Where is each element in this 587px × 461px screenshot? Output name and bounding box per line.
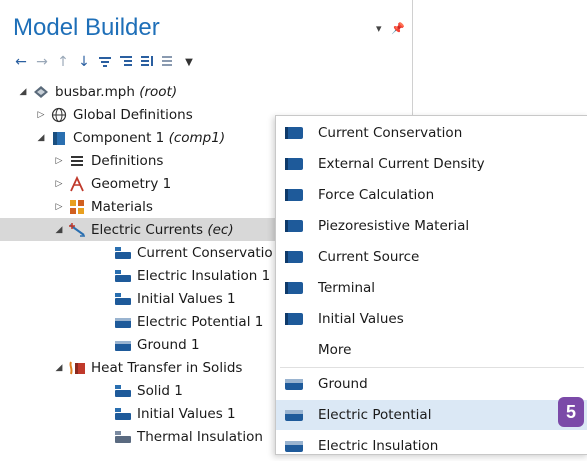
panel-title: Model Builder [13, 14, 160, 41]
tree-item-root[interactable]: ◢ busbar.mph (root) [0, 80, 412, 103]
feature-default-icon [114, 291, 132, 307]
menu-item-force-calculation[interactable]: Force Calculation [276, 180, 587, 210]
arrow-down-icon[interactable]: ↓ [75, 53, 93, 71]
menu-item-current-conservation[interactable]: Current Conservation [276, 118, 587, 148]
globe-icon [50, 107, 68, 123]
feature-default-icon [114, 245, 132, 261]
domain-feature-icon [284, 219, 314, 233]
boundary-feature-icon [284, 439, 314, 453]
menu-item-initial-values[interactable]: Initial Values [276, 304, 587, 334]
menu-item-terminal[interactable]: Terminal [276, 273, 587, 303]
panel-controls: ▾ 📌 [370, 22, 405, 35]
menu-item-electric-insulation[interactable]: Electric Insulation [276, 431, 587, 461]
geometry-icon [68, 175, 86, 192]
panel-menu-icon[interactable]: ▾ [376, 22, 382, 35]
toolbar: ← → ↑ ↓ ▼ [12, 52, 201, 72]
pin-icon[interactable]: 📌 [391, 22, 405, 35]
menu-separator [280, 367, 584, 368]
model-icon [32, 84, 50, 100]
feature-default-icon [114, 406, 132, 422]
arrow-up-icon[interactable]: ↑ [54, 53, 72, 71]
collapse-arrow-icon[interactable]: ◢ [52, 225, 66, 235]
heat-transfer-icon [68, 360, 86, 376]
component-icon [50, 130, 68, 146]
expand-arrow-icon[interactable]: ▷ [34, 110, 48, 120]
collapse-arrow-icon[interactable]: ◢ [34, 133, 48, 143]
boundary-feature-icon [284, 408, 314, 422]
expand-icon[interactable] [138, 53, 156, 71]
domain-feature-icon [284, 188, 314, 202]
feature-default-icon [114, 383, 132, 399]
materials-icon [68, 199, 86, 215]
menu-item-ground[interactable]: Ground [276, 369, 587, 399]
expand-arrow-icon[interactable]: ▷ [52, 202, 66, 212]
menu-item-current-source[interactable]: Current Source [276, 242, 587, 272]
collapse-icon[interactable] [117, 53, 135, 71]
expand-arrow-icon[interactable]: ▷ [52, 179, 66, 189]
domain-feature-icon [284, 126, 314, 140]
domain-feature-icon [284, 250, 314, 264]
collapse-arrow-icon[interactable]: ◢ [52, 363, 66, 373]
expand-arrow-icon[interactable]: ▷ [52, 156, 66, 166]
domain-feature-icon [284, 157, 314, 171]
menu-item-more[interactable]: More [276, 335, 587, 365]
domain-feature-icon [284, 312, 314, 326]
arrow-left-icon[interactable]: ← [12, 53, 30, 71]
dropdown-icon[interactable]: ▼ [180, 53, 198, 71]
show-icon[interactable] [96, 53, 114, 71]
menu-item-electric-potential[interactable]: Electric Potential [276, 400, 587, 430]
definitions-icon [68, 153, 86, 169]
context-menu: Current Conservation External Current De… [275, 115, 587, 455]
step-badge: 5 [558, 397, 584, 427]
arrow-right-icon[interactable]: → [33, 53, 51, 71]
electric-currents-icon [68, 222, 86, 238]
menu-item-piezoresistive-material[interactable]: Piezoresistive Material [276, 211, 587, 241]
list-icon[interactable] [159, 53, 177, 71]
collapse-arrow-icon[interactable]: ◢ [16, 87, 30, 97]
feature-default-icon [114, 268, 132, 284]
domain-feature-icon [284, 281, 314, 295]
boundary-feature-icon [114, 314, 132, 330]
boundary-feature-icon [114, 337, 132, 353]
feature-default-icon [114, 429, 132, 445]
menu-item-external-current-density[interactable]: External Current Density [276, 149, 587, 179]
boundary-feature-icon [284, 377, 314, 391]
